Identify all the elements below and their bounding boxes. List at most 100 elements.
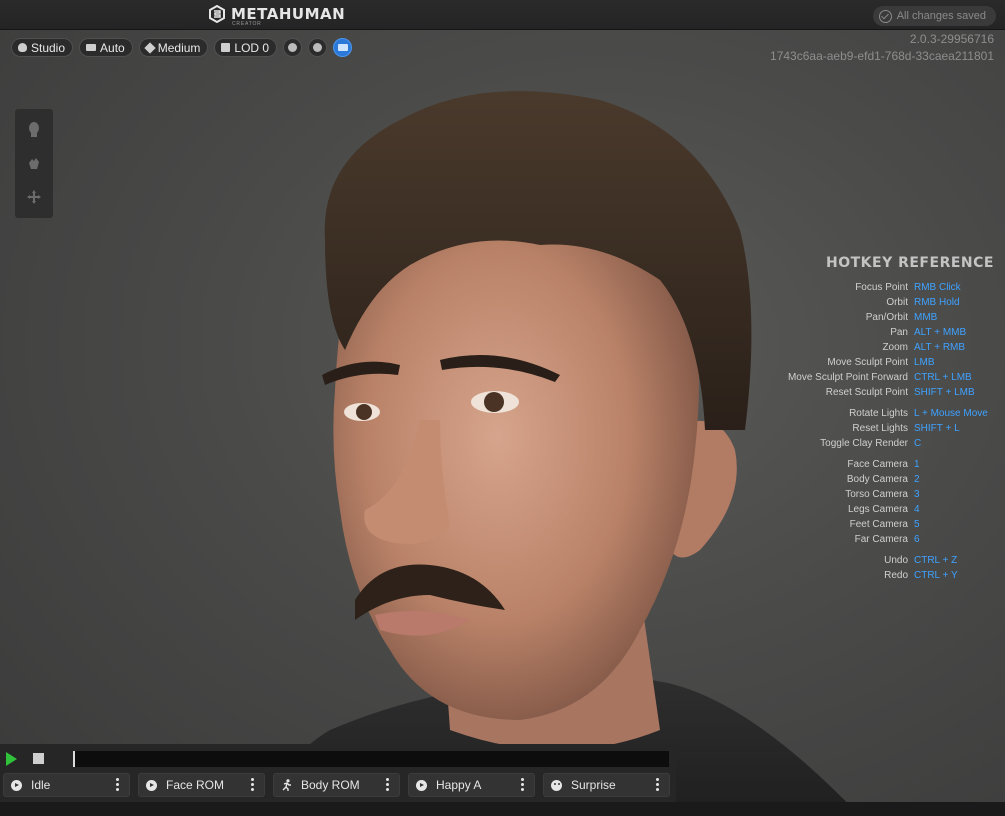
- hotkey-list: Focus Point RMB Click Orbit RMB Hold Pan/Orb…: [770, 280, 1000, 583]
- hotkey-binding: C: [914, 438, 922, 449]
- hotkey-row: Orbit RMB Hold: [770, 295, 1000, 310]
- hotkey-row: Focus Point RMB Click: [770, 280, 1000, 295]
- hotkey-binding: MMB: [914, 312, 938, 323]
- hotkey-binding: ALT + MMB: [914, 327, 967, 338]
- hotkey-action: Legs Camera: [847, 504, 908, 515]
- more-options-icon[interactable]: [521, 778, 524, 791]
- hotkey-row: Toggle Clay Render C: [770, 436, 1000, 451]
- timeline-playhead[interactable]: [73, 751, 75, 767]
- animation-preset-label: Idle: [31, 778, 51, 792]
- hotkey-action: Move Sculpt Point: [827, 357, 908, 368]
- hotkey-binding: LMB: [914, 357, 935, 368]
- more-options-icon[interactable]: [656, 778, 659, 791]
- animation-preset-surprise[interactable]: Surprise: [543, 773, 670, 797]
- lod-label: LOD 0: [234, 40, 270, 55]
- hotkey-reference-toggle-button[interactable]: [333, 38, 353, 57]
- animation-preset-happy-a[interactable]: Happy A: [408, 773, 535, 797]
- hotkey-action: Orbit: [886, 297, 908, 308]
- hotkey-action: Reset Sculpt Point: [825, 387, 908, 398]
- hotkey-row: Feet Camera 5: [770, 517, 1000, 532]
- hotkey-row: Body Camera 2: [770, 472, 1000, 487]
- play-button[interactable]: [6, 752, 17, 766]
- hotkey-row: Rotate Lights L + Mouse Move: [770, 406, 1000, 421]
- hotkey-action: Move Sculpt Point Forward: [787, 372, 908, 383]
- app-title: METAHUMAN: [231, 5, 346, 23]
- animation-timeline[interactable]: [73, 751, 669, 767]
- animation-preset-idle[interactable]: Idle: [3, 773, 130, 797]
- animation-panel: Idle Face ROM Body ROM Happy A Surprise: [0, 744, 676, 802]
- hotkey-row: Pan ALT + MMB: [770, 325, 1000, 340]
- hotkey-action: Face Camera: [847, 459, 908, 470]
- camera-dropdown[interactable]: Auto: [79, 38, 133, 57]
- more-options-icon[interactable]: [386, 778, 389, 791]
- lightbulb-icon: [18, 43, 27, 52]
- hotkey-action: Rotate Lights: [849, 408, 908, 419]
- hair-toggle-button[interactable]: [283, 38, 303, 57]
- hotkey-binding: 4: [914, 504, 920, 515]
- animation-preset-body-rom[interactable]: Body ROM: [273, 773, 400, 797]
- hotkey-binding: L + Mouse Move: [914, 408, 988, 419]
- hotkey-action: Pan: [890, 327, 908, 338]
- hotkey-binding: 1: [914, 459, 920, 470]
- hotkey-action: Pan/Orbit: [865, 312, 908, 323]
- play-circle-icon: [416, 779, 427, 791]
- animation-preset-label: Surprise: [571, 778, 616, 792]
- hotkey-row: Undo CTRL + Z: [770, 553, 1000, 568]
- more-options-icon[interactable]: [251, 778, 254, 791]
- diamond-icon: [144, 41, 156, 54]
- clay-render-toggle-button[interactable]: [308, 38, 328, 57]
- hotkey-row: Move Sculpt Point Forward CTRL + LMB: [770, 370, 1000, 385]
- hotkey-binding: 5: [914, 519, 920, 530]
- hotkey-action: Focus Point: [855, 282, 908, 293]
- hotkey-action: Toggle Clay Render: [820, 438, 908, 449]
- hand-icon: [29, 158, 39, 169]
- hotkey-binding: SHIFT + LMB: [914, 387, 975, 398]
- sculpt-tool-panel: [15, 109, 53, 218]
- version-info: 2.0.3-29956716 1743c6aa-aeb9-efd1-768d-3…: [770, 31, 994, 65]
- hotkey-row: Reset Sculpt Point SHIFT + LMB: [770, 385, 1000, 400]
- cube-icon: [221, 43, 231, 52]
- animation-presets: Idle Face ROM Body ROM Happy A Surprise: [3, 773, 670, 797]
- camera-icon: [86, 44, 97, 51]
- hotkey-binding: CTRL + Y: [914, 570, 958, 581]
- play-circle-icon: [11, 779, 22, 791]
- quality-dropdown[interactable]: Medium: [138, 38, 209, 57]
- hotkey-action: Far Camera: [854, 534, 908, 545]
- hotkey-action: Feet Camera: [849, 519, 908, 530]
- hotkey-row: Torso Camera 3: [770, 487, 1000, 502]
- head-tool-button[interactable]: [24, 119, 44, 139]
- move-tool-button[interactable]: [24, 187, 44, 207]
- save-status-badge: All changes saved: [872, 6, 996, 26]
- hotkey-action: Redo: [884, 570, 908, 581]
- move-arrows-icon: [27, 190, 41, 204]
- lod-dropdown[interactable]: LOD 0: [214, 38, 278, 57]
- app-subtitle: CREATOR: [232, 21, 262, 27]
- hotkey-row: Move Sculpt Point LMB: [770, 355, 1000, 370]
- metahuman-logo: METAHUMAN CREATOR: [208, 5, 346, 27]
- running-figure-icon: [281, 779, 292, 791]
- hotkey-binding: SHIFT + L: [914, 423, 960, 434]
- animation-preset-label: Body ROM: [301, 778, 360, 792]
- character-id: 1743c6aa-aeb9-efd1-768d-33caea211801: [770, 49, 994, 63]
- metahuman-logo-icon: [209, 5, 225, 23]
- hotkey-row: Redo CTRL + Y: [770, 568, 1000, 583]
- hotkey-row: Legs Camera 4: [770, 502, 1000, 517]
- stop-button[interactable]: [33, 753, 44, 764]
- sculpt-hand-tool-button[interactable]: [24, 153, 44, 173]
- keyboard-icon: [337, 44, 348, 51]
- viewport[interactable]: Studio Auto Medium LOD 0 2.0.3-29956716 …: [0, 30, 1005, 816]
- save-status-text: All changes saved: [896, 10, 986, 22]
- quality-label: Medium: [157, 40, 201, 55]
- hotkey-binding: 6: [914, 534, 920, 545]
- hotkey-row: Far Camera 6: [770, 532, 1000, 547]
- face-icon: [551, 779, 562, 791]
- build-version: 2.0.3-29956716: [909, 32, 994, 46]
- head-icon: [29, 122, 39, 137]
- lighting-label: Studio: [31, 40, 66, 55]
- lighting-dropdown[interactable]: Studio: [11, 38, 74, 57]
- animation-preset-face-rom[interactable]: Face ROM: [138, 773, 265, 797]
- play-circle-icon: [146, 779, 157, 791]
- hotkey-action: Body Camera: [846, 474, 908, 485]
- more-options-icon[interactable]: [116, 778, 119, 791]
- bottom-strip: [0, 802, 1005, 816]
